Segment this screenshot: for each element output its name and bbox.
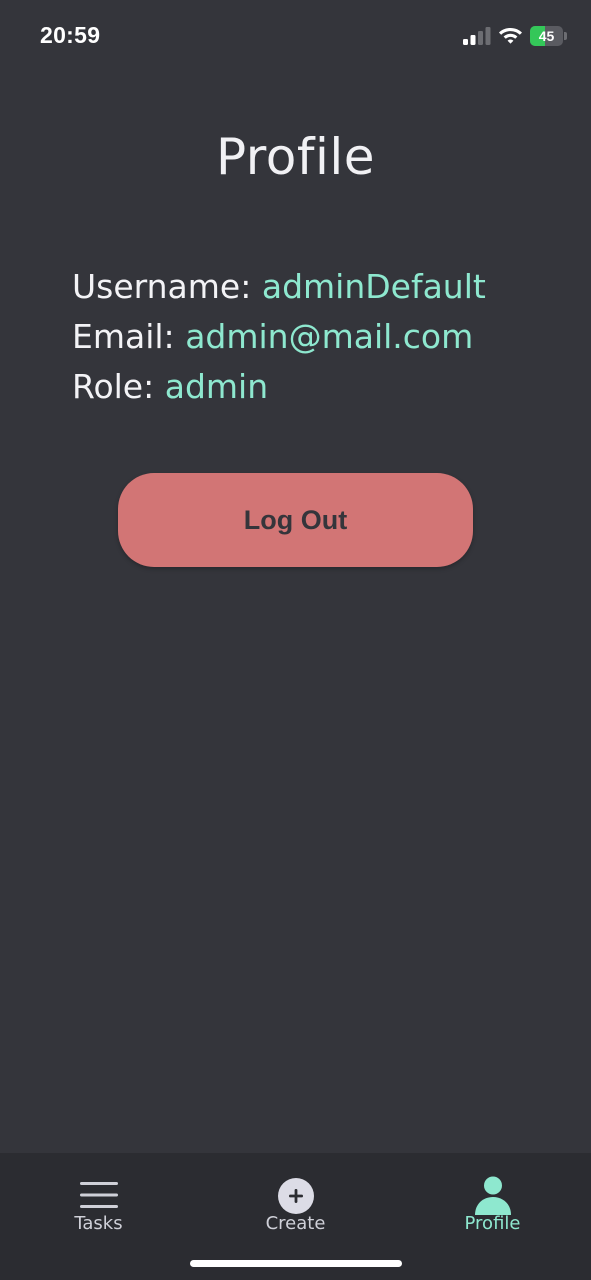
tab-create[interactable]: Create — [197, 1153, 394, 1253]
tab-profile-label: Profile — [464, 1213, 521, 1234]
username-row: Username: adminDefault — [72, 262, 572, 312]
tab-profile[interactable]: Profile — [394, 1153, 591, 1253]
battery-level: 45 — [538, 28, 555, 44]
page-title: Profile — [216, 128, 375, 186]
status-bar: 20:59 45 — [0, 0, 591, 74]
email-row: Email: admin@mail.com — [72, 312, 572, 362]
role-value: admin — [164, 367, 269, 406]
username-label: Username: — [72, 267, 252, 306]
home-indicator — [190, 1260, 402, 1267]
logout-button-label: Log Out — [243, 504, 348, 535]
wifi-icon — [499, 28, 522, 44]
tab-tasks-label: Tasks — [74, 1213, 123, 1234]
username-value: adminDefault — [261, 267, 486, 306]
role-row: Role: admin — [72, 362, 572, 412]
tab-tasks[interactable]: Tasks — [0, 1153, 197, 1253]
plus-circle-icon — [278, 1178, 314, 1214]
email-value: admin@mail.com — [185, 317, 474, 356]
signal-icon — [463, 27, 491, 45]
menu-icon — [80, 1182, 118, 1208]
battery-cap — [564, 32, 567, 40]
battery-icon: 45 — [530, 26, 568, 46]
user-icon — [475, 1176, 511, 1215]
profile-screen: 20:59 45 Profile Username: adminDefault — [0, 0, 591, 1280]
tab-create-label: Create — [265, 1213, 326, 1234]
status-time: 20:59 — [40, 22, 101, 48]
logout-button[interactable]: Log Out — [118, 473, 473, 567]
battery-body: 45 — [530, 26, 563, 46]
role-label: Role: — [72, 367, 155, 406]
profile-info: Username: adminDefault Email: admin@mail… — [72, 262, 572, 412]
email-label: Email: — [72, 317, 175, 356]
